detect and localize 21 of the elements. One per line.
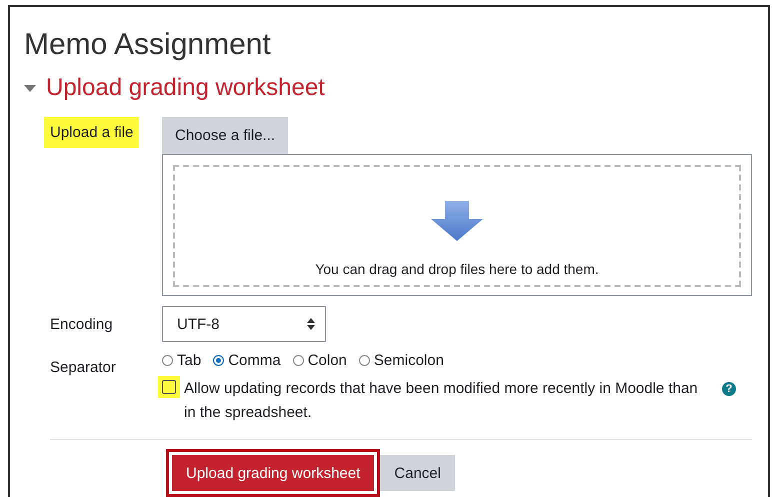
choose-file-button[interactable]: Choose a file... <box>162 117 288 154</box>
drop-zone[interactable]: You can drag and drop files here to add them. <box>162 154 752 296</box>
checkbox[interactable] <box>158 376 180 398</box>
sort-caret-icon <box>307 318 315 330</box>
field-label: Encoding <box>49 314 114 334</box>
help-icon[interactable]: ? <box>722 382 736 396</box>
cancel-button[interactable]: Cancel <box>380 455 455 491</box>
section-heading[interactable]: Upload grading worksheet <box>46 73 325 103</box>
checkbox-label: Allow updating records that have been modified more recently in Moodle than in the spreadsheet. <box>184 379 699 423</box>
submit-button[interactable]: Upload grading worksheet <box>172 455 374 491</box>
drop-hint: You can drag and drop files here to add them. <box>315 261 599 277</box>
radio-option[interactable]: Colon <box>292 352 347 369</box>
down-arrow-icon <box>431 201 483 241</box>
page-title: Memo Assignment <box>24 27 271 63</box>
field-label: Upload a file <box>44 117 140 148</box>
radio-option[interactable]: Comma <box>213 352 281 369</box>
encoding-select[interactable]: UTF-8 <box>162 306 326 342</box>
radio-option[interactable]: Tab <box>162 352 202 369</box>
field-label: Separator <box>49 358 117 378</box>
radio-option[interactable]: Semicolon <box>358 352 444 369</box>
collapse-icon[interactable] <box>24 84 36 92</box>
